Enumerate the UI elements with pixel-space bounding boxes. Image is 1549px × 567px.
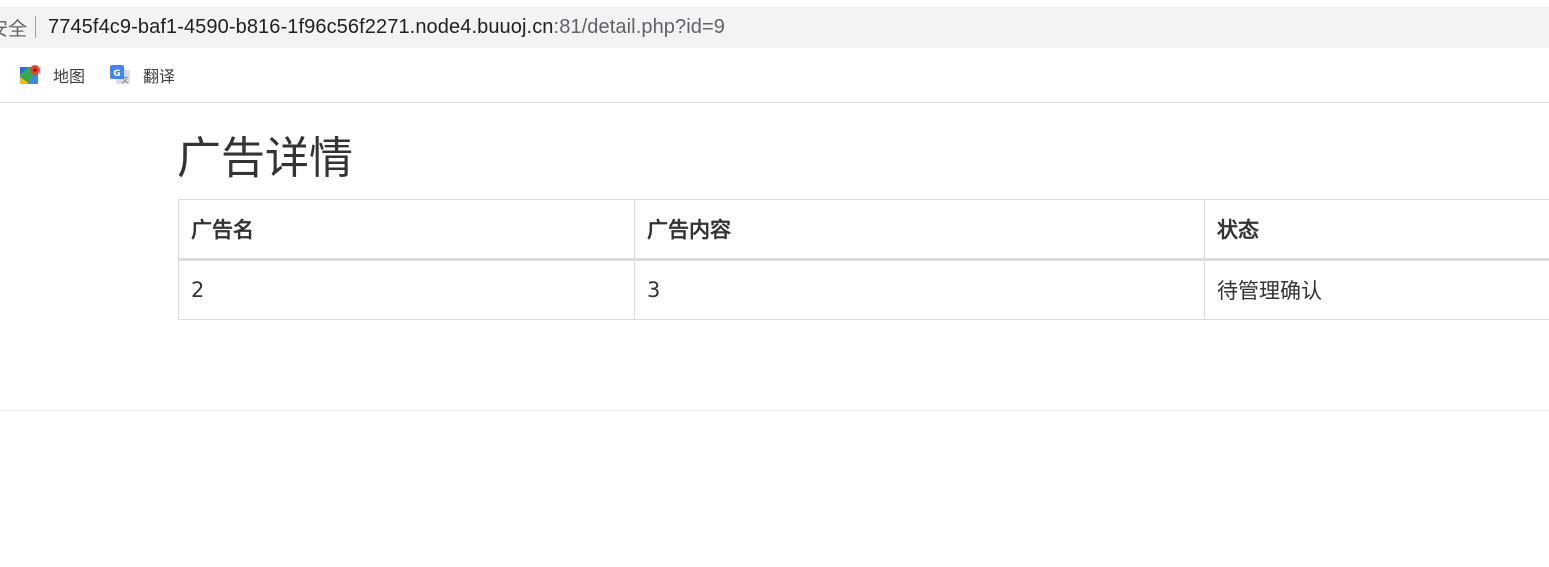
address-separator: [35, 16, 37, 38]
bookmark-translate-label: 翻译: [143, 67, 176, 86]
address-bar[interactable]: 安全 7745f4c9-baf1-4590-b816-1f96c56f2271.…: [0, 6, 1549, 48]
bookmarks-bar: 地图 G 文 翻译: [0, 48, 1549, 103]
security-status[interactable]: 安全: [0, 14, 27, 41]
url-text[interactable]: 7745f4c9-baf1-4590-b816-1f96c56f2271.nod…: [48, 16, 725, 39]
table-header-row: 广告名 广告内容 状态: [178, 199, 1549, 261]
svg-text:文: 文: [122, 75, 129, 84]
cell-ad-name: 2: [178, 259, 635, 320]
maps-icon: [20, 65, 40, 84]
svg-text:G: G: [113, 69, 120, 79]
page-content: 广告详情 广告名 广告内容 状态 2 3 待管理确认: [0, 103, 1549, 411]
translate-icon: G 文: [110, 65, 131, 84]
page-title: 广告详情: [177, 133, 353, 184]
bookmark-translate[interactable]: G 文 翻译: [109, 63, 175, 87]
ad-detail-table: 广告名 广告内容 状态 2 3 待管理确认: [178, 199, 1549, 320]
url-host: 7745f4c9-baf1-4590-b816-1f96c56f2271.nod…: [48, 15, 554, 38]
url-path: :81/detail.php?id=9: [553, 15, 726, 38]
bookmark-maps-label: 地图: [53, 67, 86, 86]
bookmark-maps[interactable]: 地图: [19, 63, 85, 87]
table-row: 2 3 待管理确认: [178, 259, 1549, 320]
column-header-ad-content: 广告内容: [634, 199, 1205, 261]
cell-status: 待管理确认: [1204, 259, 1549, 320]
cell-ad-content: 3: [634, 259, 1205, 320]
column-header-ad-name: 广告名: [178, 199, 635, 261]
column-header-status: 状态: [1204, 199, 1549, 261]
